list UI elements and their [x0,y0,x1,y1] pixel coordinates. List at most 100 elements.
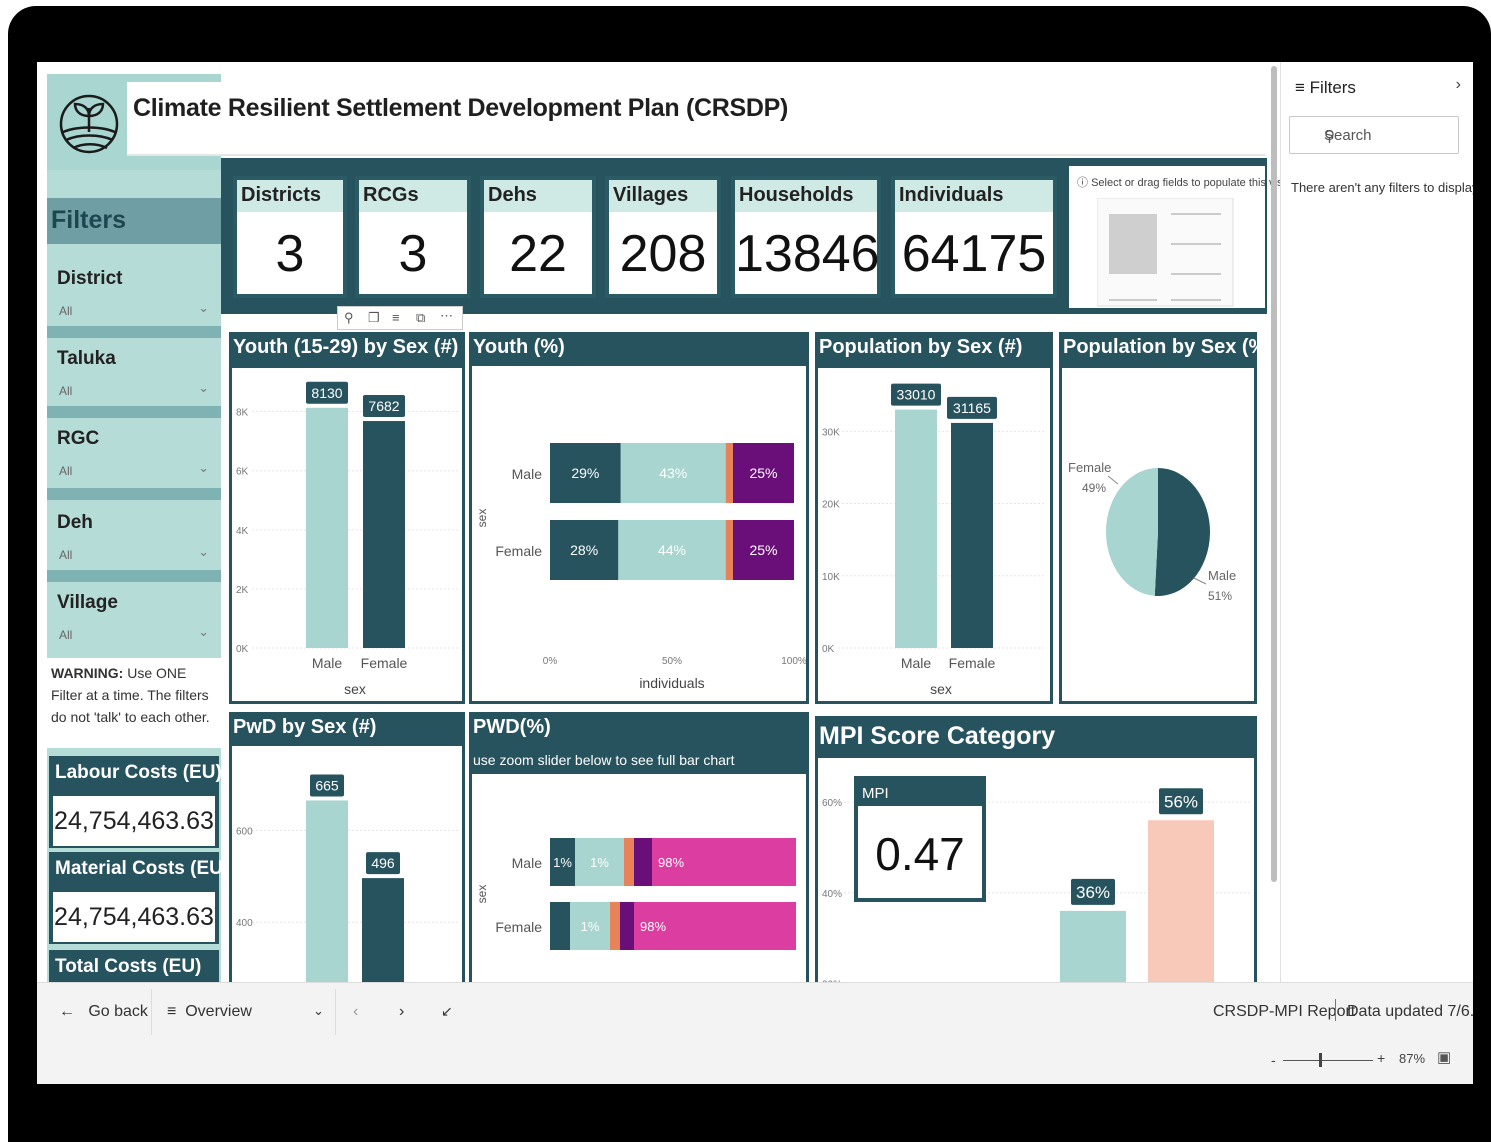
data-updated: Data updated 7/6... [1347,1003,1473,1020]
zoom-slider[interactable] [1283,1060,1373,1061]
zoom-in-button[interactable]: + [1377,1050,1385,1066]
focus-mode-icon[interactable]: ⧉ [416,310,425,326]
pin-icon[interactable]: ⚲ [344,310,354,326]
kpi-value: 3 [275,225,305,283]
fit-to-page-icon[interactable]: ▣ [1437,1048,1451,1066]
bar [951,422,993,648]
chevron-down-icon[interactable]: ⌄ [198,380,209,396]
data-label: 98% [640,919,666,934]
slicer-district[interactable]: District All ⌄ [47,258,221,326]
pie-leader-line [1193,577,1207,585]
plant-logo-icon [59,94,119,154]
slicer-value: All [59,384,73,398]
slicer-value: All [59,304,73,318]
visual-title: Population by Sex (%) [1063,336,1274,358]
filter-pane: ≡ Filters › ⚲ Search There aren't any fi… [1280,62,1473,982]
x-tick-label: Female [949,655,996,671]
bar [362,878,404,1084]
chevron-down-icon[interactable]: ⌄ [313,1003,324,1019]
data-label: 29% [571,465,599,481]
slicer-label: Deh [57,512,93,533]
visual-header-toolbar: ⚲ ❐ ≡ ⧉ ⋯ [337,306,463,330]
mpi-card-label: MPI [862,785,889,802]
chevron-down-icon[interactable]: ⌄ [198,460,209,476]
kpi-value: 13846 [735,225,880,283]
placeholder-visual[interactable]: ⓘ Select or drag fields to populate this… [1069,166,1297,308]
filter-icon[interactable]: ≡ [392,310,400,325]
y-axis-label: sex [475,509,489,528]
bar-segment [624,838,634,886]
pie-label-category: Male [1208,568,1236,583]
x-tick-label: Male [312,655,343,671]
bar [306,800,348,1084]
y-tick-label: 0K [236,644,249,655]
y-tick-label: 4K [236,526,249,537]
x-axis-label: sex [930,681,952,697]
y-tick-label: 40% [822,889,842,900]
slicer-deh[interactable]: Deh All ⌄ [47,502,221,570]
kpi-label: Districts [237,180,343,212]
slicer-divider [47,570,221,582]
slicer-divider [47,406,221,418]
go-back-label: Go back [88,1003,148,1020]
pie-leader-line [1107,475,1119,485]
slicer-divider [47,488,221,500]
y-tick-label: Male [512,466,543,482]
zoom-out-button[interactable]: - [1271,1052,1276,1068]
chevron-down-icon[interactable]: ⌄ [198,624,209,640]
data-label: 33010 [897,387,936,403]
info-icon: ⓘ [1077,177,1088,189]
filter-warning: WARNING: Use ONE Filter at a time. The f… [47,658,221,748]
x-tick-label: 100% [781,656,806,667]
data-label: 1% [581,919,600,934]
y-tick-label: 10K [822,572,840,583]
data-label: 31165 [953,400,991,416]
pie-label-value: 51% [1208,589,1232,603]
youth-pct-chart[interactable]: sex Male 29% 43% 25% Female 28% 44% 25% 0% 50% 100%… [472,366,807,701]
visual-subtitle: use zoom slider below to see full bar ch… [473,752,735,768]
data-label: 36% [1076,883,1110,902]
mpi-score-chart[interactable]: 20%40%60%36%56%MPI0.47 [818,758,1254,1074]
more-options-icon[interactable]: ⋯ [440,308,453,324]
pwd-pct-chart[interactable]: sex Male 1% 1% 98% Female 1% 98% [472,774,806,999]
data-label: 7682 [368,398,399,414]
pwd-sex-count-chart[interactable]: 200400600665496 [232,746,462,1084]
collapse-icon[interactable]: ↙ [441,1003,453,1020]
kpi-card-households: Households 13846 [731,176,881,298]
population-sex-pct-chart[interactable]: Female 49% Male 51% [1062,368,1254,701]
next-page-button[interactable]: › [399,1003,404,1021]
slicer-label: RGC [57,428,100,449]
slicer-rgc[interactable]: RGC All ⌄ [47,418,221,486]
filter-icon: ≡ [1295,78,1305,97]
data-label: 98% [658,855,684,870]
population-sex-count-chart[interactable]: 0K 10K 20K 30K 33010 Male 31165 Female sex [818,368,1050,701]
canvas-scrollbar[interactable] [1271,66,1277,882]
filter-search-input[interactable]: ⚲ Search [1289,116,1459,154]
kpi-value: 3 [398,225,428,283]
visual-title: PwD by Sex (#) [233,716,377,738]
pie-label-value: 49% [1082,481,1106,495]
page-name: Overview [185,1003,252,1020]
chevron-down-icon[interactable]: ⌄ [198,544,209,560]
y-tick-label: 6K [236,467,249,478]
copy-icon[interactable]: ❐ [368,310,380,326]
zoom-slider-thumb[interactable] [1319,1053,1322,1067]
x-axis-label: sex [344,681,366,697]
chevron-right-icon[interactable]: › [1456,76,1461,94]
youth-sex-count-chart[interactable]: 0K 2K 4K 6K 8K 8130 Male 7682 Female sex [232,368,462,701]
go-back-button[interactable]: ← Go back [59,1003,148,1021]
kpi-label: Villages [609,180,717,212]
slicer-taluka[interactable]: Taluka All ⌄ [47,338,221,406]
search-placeholder: Search [1324,127,1372,144]
chevron-down-icon[interactable]: ⌄ [198,300,209,316]
page-selector[interactable]: ≡ Overview [167,1003,252,1021]
previous-page-button[interactable]: ‹ [353,1003,358,1021]
card-youth-pct: Youth (%) sex Male 29% 43% 25% Female 28% 44% 25… [469,332,809,704]
bar [306,407,348,648]
bar-segment [550,902,570,950]
data-label: 8130 [311,385,342,401]
slicer-village[interactable]: Village All ⌄ [47,582,221,650]
filters-heading-box: Filters [47,198,221,244]
visual-title: MPI Score Category [819,722,1056,750]
mpi-card-value: 0.47 [875,828,965,880]
